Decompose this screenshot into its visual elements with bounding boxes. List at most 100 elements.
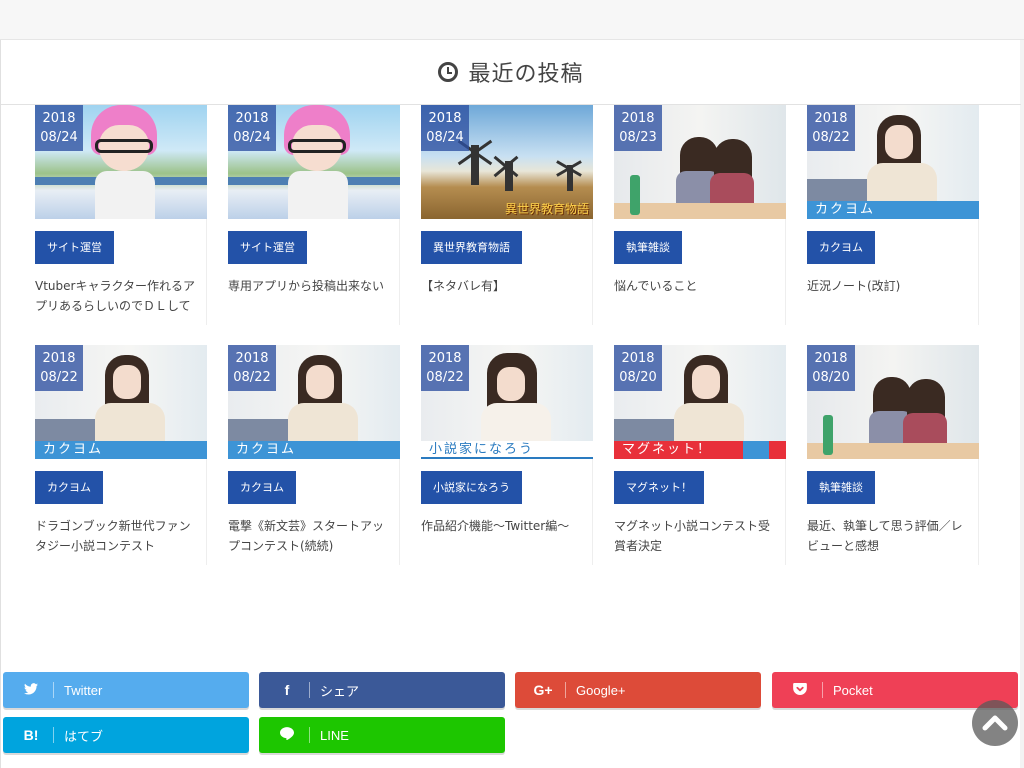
post-card[interactable]: 2018 08/23 執筆雑談 悩んでいること (614, 105, 786, 325)
post-card[interactable]: 2018 08/24 サイト運営 Vtuberキャラクター作れるアプリあるらしい… (35, 105, 207, 325)
post-thumbnail[interactable]: カクヨム 2018 08/22 (807, 105, 979, 219)
post-thumbnail[interactable]: 2018 08/24 (228, 105, 400, 219)
hatena-icon: B! (23, 727, 39, 743)
post-card[interactable]: カクヨム 2018 08/22 カクヨム 近況ノート(改訂) (807, 105, 979, 325)
post-title[interactable]: 専用アプリから投稿出来ない (228, 276, 393, 296)
separator (309, 682, 310, 698)
date-year: 2018 (814, 351, 848, 366)
date-badge: 2018 08/20 (807, 345, 855, 391)
pocket-icon (788, 682, 812, 698)
twitter-share-button[interactable]: Twitter (3, 672, 249, 708)
back-to-top-button[interactable] (972, 700, 1018, 746)
google-plus-share-label: Google+ (576, 682, 626, 698)
category-label[interactable]: 執筆雑談 (807, 471, 875, 504)
date-day: 08/24 (233, 130, 271, 145)
post-card[interactable]: マグネット！ 2018 08/20 マグネット！ マグネット小説コンテスト受賞者… (614, 345, 786, 565)
date-badge: 2018 08/20 (614, 345, 662, 391)
date-year: 2018 (814, 111, 848, 126)
thumbnail-caption: カクヨム (228, 441, 400, 459)
date-year: 2018 (621, 351, 655, 366)
date-badge: 2018 08/22 (228, 345, 276, 391)
google-plus-icon: G+ (533, 682, 553, 698)
date-badge: 2018 08/24 (228, 105, 276, 151)
separator (53, 727, 54, 743)
category-label[interactable]: 執筆雑談 (614, 231, 682, 264)
twitter-icon (19, 682, 43, 698)
date-day: 08/24 (40, 130, 78, 145)
thumbnail-caption: 異世界教育物語 (504, 202, 589, 216)
facebook-icon: f (284, 682, 290, 698)
date-badge: 2018 08/24 (35, 105, 83, 151)
category-label[interactable]: マグネット！ (614, 471, 704, 504)
hatena-share-button[interactable]: B! はてブ (3, 717, 249, 753)
date-day: 08/24 (426, 130, 464, 145)
post-title[interactable]: 最近、執筆して思う評価／レビューと感想 (807, 516, 972, 556)
category-label[interactable]: カクヨム (807, 231, 875, 264)
thumbnail-caption: カクヨム (807, 201, 979, 219)
post-thumbnail[interactable]: 2018 08/23 (614, 105, 786, 219)
date-day: 08/22 (40, 370, 78, 385)
date-day: 08/20 (812, 370, 850, 385)
post-title[interactable]: 電撃《新文芸》スタートアップコンテスト(続続) (228, 516, 393, 556)
category-label[interactable]: サイト運営 (228, 231, 307, 264)
section-title: 最近の投稿 (468, 62, 584, 87)
post-card[interactable]: カクヨム 2018 08/22 カクヨム ドラゴンブック新世代ファンタジー小説コ… (35, 345, 207, 565)
facebook-share-label: シェア (320, 683, 360, 699)
category-label[interactable]: カクヨム (228, 471, 296, 504)
facebook-share-button[interactable]: f シェア (259, 672, 505, 708)
date-day: 08/23 (619, 130, 657, 145)
date-badge: 2018 08/22 (807, 105, 855, 151)
post-card[interactable]: 2018 08/24 サイト運営 専用アプリから投稿出来ない (228, 105, 400, 325)
category-label[interactable]: 異世界教育物語 (421, 231, 522, 264)
post-thumbnail[interactable]: カクヨム 2018 08/22 (228, 345, 400, 459)
separator (53, 682, 54, 698)
date-year: 2018 (42, 351, 76, 366)
post-card[interactable]: 異世界教育物語 2018 08/24 異世界教育物語 【ネタバレ有】 (421, 105, 593, 325)
post-title[interactable]: 近況ノート(改訂) (807, 276, 972, 296)
post-thumbnail[interactable]: 異世界教育物語 2018 08/24 (421, 105, 593, 219)
twitter-share-label: Twitter (64, 682, 103, 698)
date-day: 08/20 (619, 370, 657, 385)
category-label[interactable]: 小説家になろう (421, 471, 522, 504)
post-thumbnail[interactable]: 2018 08/24 (35, 105, 207, 219)
google-plus-share-button[interactable]: G+ Google+ (515, 672, 761, 708)
post-title[interactable]: マグネット小説コンテスト受賞者決定 (614, 516, 779, 556)
date-year: 2018 (235, 111, 269, 126)
post-thumbnail[interactable]: 小説家になろう 2018 08/22 (421, 345, 593, 459)
separator (565, 682, 566, 698)
thumbnail-caption: カクヨム (35, 441, 207, 459)
post-thumbnail[interactable]: マグネット！ 2018 08/20 (614, 345, 786, 459)
date-year: 2018 (42, 111, 76, 126)
post-card[interactable]: 2018 08/20 執筆雑談 最近、執筆して思う評価／レビューと感想 (807, 345, 979, 565)
date-badge: 2018 08/22 (35, 345, 83, 391)
clock-icon (438, 62, 459, 82)
pocket-share-label: Pocket (833, 682, 873, 698)
post-card[interactable]: カクヨム 2018 08/22 カクヨム 電撃《新文芸》スタートアップコンテスト… (228, 345, 400, 565)
date-year: 2018 (621, 111, 655, 126)
post-title[interactable]: 【ネタバレ有】 (421, 276, 586, 296)
date-badge: 2018 08/22 (421, 345, 469, 391)
line-share-label: LINE (320, 727, 349, 743)
post-card[interactable]: 小説家になろう 2018 08/22 小説家になろう 作品紹介機能〜Twitte… (421, 345, 593, 565)
section-header: 最近の投稿 (1, 40, 1021, 105)
category-label[interactable]: サイト運営 (35, 231, 114, 264)
post-thumbnail[interactable]: 2018 08/20 (807, 345, 979, 459)
separator (822, 682, 823, 698)
post-title[interactable]: Vtuberキャラクター作れるアプリあるらしいのでＤＬして (35, 276, 200, 316)
date-year: 2018 (428, 351, 462, 366)
thumbnail-caption: 小説家になろう (421, 441, 593, 459)
line-share-button[interactable]: LINE (259, 717, 505, 753)
pocket-share-button[interactable]: Pocket (772, 672, 1018, 708)
separator (309, 727, 310, 743)
date-year: 2018 (235, 351, 269, 366)
posts-grid: 2018 08/24 サイト運営 Vtuberキャラクター作れるアプリあるらしい… (35, 105, 995, 565)
post-thumbnail[interactable]: カクヨム 2018 08/22 (35, 345, 207, 459)
post-title[interactable]: ドラゴンブック新世代ファンタジー小説コンテスト (35, 516, 200, 556)
post-title[interactable]: 悩んでいること (614, 276, 779, 296)
category-label[interactable]: カクヨム (35, 471, 103, 504)
date-year: 2018 (428, 111, 462, 126)
line-icon (275, 727, 299, 743)
hatena-share-label: はてブ (64, 728, 104, 744)
post-title[interactable]: 作品紹介機能〜Twitter編〜 (421, 516, 586, 536)
date-day: 08/22 (426, 370, 464, 385)
